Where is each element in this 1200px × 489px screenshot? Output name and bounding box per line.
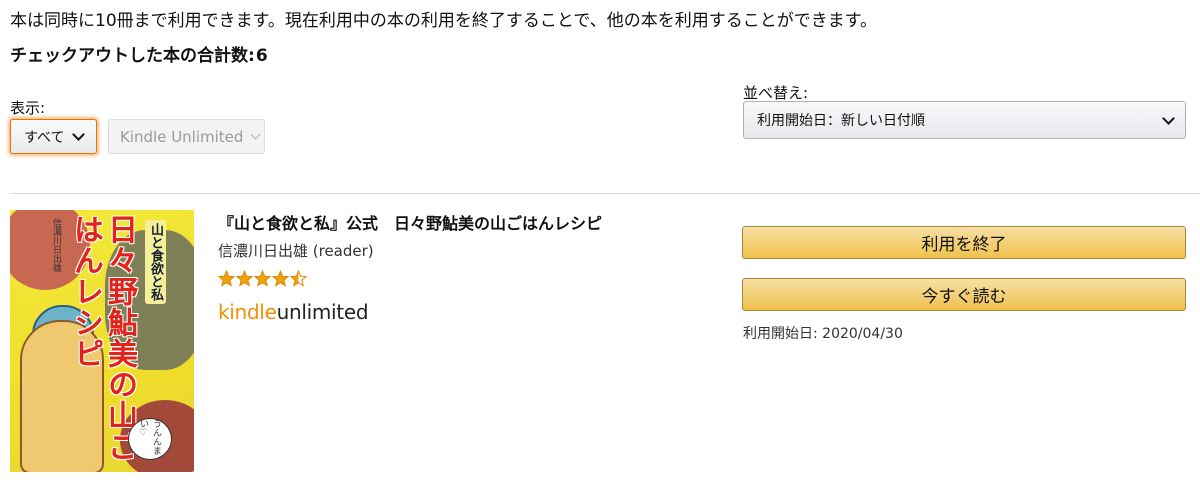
filter-dropdown-value: すべて — [24, 129, 65, 146]
star-icon — [290, 270, 307, 287]
kindle-unlimited-logo-unlimited: unlimited — [276, 300, 369, 324]
format-dropdown-value: Kindle Unlimited — [120, 127, 244, 146]
acquired-date: 利用開始日: 2020/04/30 — [743, 326, 903, 342]
filter-dropdown[interactable]: すべて — [10, 119, 97, 154]
book-title-link[interactable]: 『山と食欲と私』公式 日々野鮎美の山ごはんレシピ — [218, 210, 602, 234]
chevron-down-icon — [250, 129, 261, 140]
format-dropdown[interactable]: Kindle Unlimited — [108, 119, 265, 154]
sort-label: 並べ替え: — [743, 84, 809, 102]
star-icon — [272, 270, 289, 287]
sort-dropdown-value: 利用開始日：新しい日付順 — [757, 113, 925, 129]
star-icon — [254, 270, 271, 287]
star-rating[interactable] — [218, 270, 307, 287]
chevron-down-icon — [72, 128, 86, 141]
cover-author: 信濃川日出雄 — [51, 218, 61, 272]
checkout-limit-notice: 本は同時に10冊まで利用できます。現在利用中の本の利用を終了することで、他の本を… — [10, 11, 878, 31]
return-book-button[interactable]: 利用を終了 — [742, 226, 1186, 259]
kindle-unlimited-logo: kindleunlimited — [218, 300, 369, 324]
book-cover-image[interactable]: 信濃川日出雄 日々野鮎美の山ごはんレシピ 山と食欲と私 うんんまい♡ — [10, 210, 194, 472]
cover-series: 山と食欲と私 — [145, 220, 166, 304]
book-author: 信濃川日出雄 (reader) — [218, 242, 374, 260]
divider — [10, 193, 1200, 194]
chevron-down-icon — [1162, 112, 1175, 125]
read-now-button[interactable]: 今すぐ読む — [742, 278, 1186, 311]
checkout-total-count: 6 — [255, 46, 268, 66]
sort-dropdown[interactable]: 利用開始日：新しい日付順 — [743, 101, 1186, 139]
checkout-total: チェックアウトした本の合計数:6 — [10, 41, 268, 66]
cover-speech-bubble: うんんまい♡ — [128, 418, 172, 460]
checkout-total-label: チェックアウトした本の合計数: — [10, 46, 255, 66]
star-icon — [218, 270, 235, 287]
kindle-unlimited-logo-kindle: kindle — [218, 300, 277, 324]
filter-label: 表示: — [10, 99, 46, 117]
star-icon — [236, 270, 253, 287]
cover-title: 日々野鮎美の山ごはんレシピ — [68, 214, 137, 462]
